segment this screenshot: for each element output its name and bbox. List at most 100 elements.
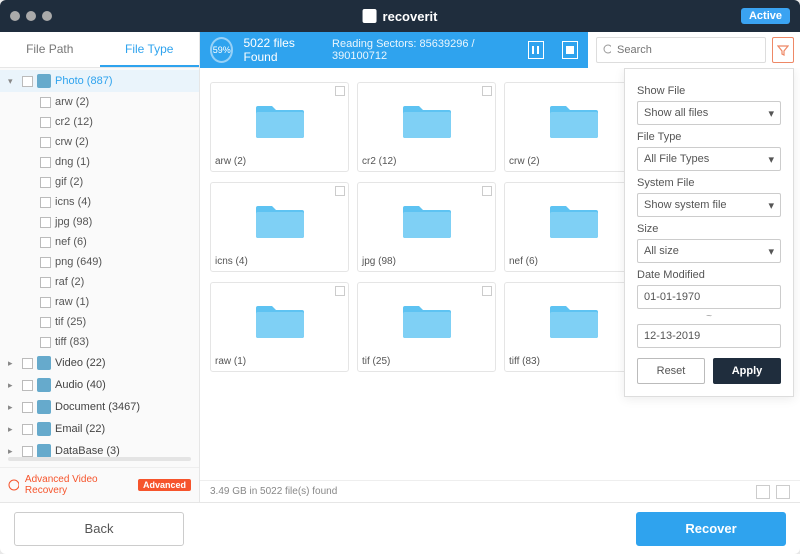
system-file-select[interactable]: Show system file▾ [637, 193, 781, 217]
sidebar-cat-document[interactable]: ▸Document (3467) [0, 396, 199, 418]
chevron-icon: ▸ [8, 446, 18, 457]
date-from-input[interactable]: 01-01-1970 [637, 285, 781, 309]
folder-card-tiff[interactable]: tiff (83) [504, 282, 643, 372]
filter-icon [777, 44, 789, 56]
checkbox[interactable] [22, 380, 33, 391]
brand-icon [363, 9, 377, 23]
file-type-select[interactable]: All File Types▾ [637, 147, 781, 171]
checkbox[interactable] [22, 402, 33, 413]
checkbox[interactable] [482, 286, 492, 296]
folder-icon [362, 187, 491, 253]
folder-card-crw[interactable]: crw (2) [504, 82, 643, 172]
back-button[interactable]: Back [14, 512, 184, 546]
folder-card-raw[interactable]: raw (1) [210, 282, 349, 372]
search-input[interactable] [617, 44, 759, 56]
checkbox[interactable] [40, 277, 51, 288]
system-file-label: System File [637, 177, 781, 189]
checkbox[interactable] [40, 297, 51, 308]
sidebar-item-gif[interactable]: gif (2) [0, 172, 199, 192]
size-select[interactable]: All size▾ [637, 239, 781, 263]
category-tree[interactable]: ▾Photo (887)arw (2)cr2 (12)crw (2)dng (1… [0, 68, 199, 457]
folder-card-arw[interactable]: arw (2) [210, 82, 349, 172]
folder-card-cr2[interactable]: cr2 (12) [357, 82, 496, 172]
checkbox[interactable] [22, 76, 33, 87]
sidebar-cat-database[interactable]: ▸DataBase (3) [0, 440, 199, 457]
advanced-video-recovery[interactable]: Advanced Video Recovery Advanced [0, 467, 199, 502]
checkbox[interactable] [40, 117, 51, 128]
checkbox[interactable] [335, 286, 345, 296]
chevron-icon: ▸ [8, 424, 18, 435]
sidebar-item-raf[interactable]: raf (2) [0, 272, 199, 292]
checkbox[interactable] [40, 137, 51, 148]
recover-button[interactable]: Recover [636, 512, 786, 546]
filter-button[interactable] [772, 37, 794, 63]
sidebar-item-arw[interactable]: arw (2) [0, 92, 199, 112]
folder-card-nef[interactable]: nef (6) [504, 182, 643, 272]
sidebar-item-png[interactable]: png (649) [0, 252, 199, 272]
checkbox[interactable] [40, 317, 51, 328]
checkbox[interactable] [335, 86, 345, 96]
search-box[interactable] [596, 37, 766, 63]
date-to-input[interactable]: 12-13-2019 [637, 324, 781, 348]
apply-button[interactable]: Apply [713, 358, 781, 384]
stop-button[interactable] [562, 41, 578, 59]
sidebar-item-raw[interactable]: raw (1) [0, 292, 199, 312]
chevron-icon: ▸ [8, 380, 18, 391]
checkbox[interactable] [40, 197, 51, 208]
checkbox[interactable] [482, 86, 492, 96]
sidebar-scrollbar[interactable] [8, 457, 191, 461]
checkbox[interactable] [40, 217, 51, 228]
folder-icon [362, 87, 491, 153]
view-grid-button[interactable] [756, 485, 770, 499]
view-list-button[interactable] [776, 485, 790, 499]
folder-icon [215, 287, 344, 353]
checkbox[interactable] [22, 358, 33, 369]
checkbox[interactable] [335, 186, 345, 196]
tab-file-path[interactable]: File Path [0, 32, 100, 67]
sidebar-tabs: File Path File Type [0, 32, 200, 68]
sidebar-cat-audio[interactable]: ▸Audio (40) [0, 374, 199, 396]
folder-card-tif[interactable]: tif (25) [357, 282, 496, 372]
folder-card-icns[interactable]: icns (4) [210, 182, 349, 272]
chevron-down-icon: ▾ [768, 245, 774, 258]
sidebar-item-tiff[interactable]: tiff (83) [0, 332, 199, 352]
checkbox[interactable] [22, 446, 33, 457]
sidebar: ▾Photo (887)arw (2)cr2 (12)crw (2)dng (1… [0, 68, 200, 502]
sidebar-cat-photo[interactable]: ▾Photo (887) [0, 70, 199, 92]
checkbox[interactable] [40, 257, 51, 268]
reset-button[interactable]: Reset [637, 358, 705, 384]
chevron-down-icon: ▾ [768, 107, 774, 120]
show-file-select[interactable]: Show all files▾ [637, 101, 781, 125]
active-badge[interactable]: Active [741, 8, 790, 24]
close-dot[interactable] [10, 11, 20, 21]
pause-button[interactable] [528, 41, 544, 59]
sidebar-item-cr2[interactable]: cr2 (12) [0, 112, 199, 132]
checkbox[interactable] [40, 237, 51, 248]
sidebar-item-crw[interactable]: crw (2) [0, 132, 199, 152]
sidebar-cat-video[interactable]: ▸Video (22) [0, 352, 199, 374]
minimize-dot[interactable] [26, 11, 36, 21]
checkbox[interactable] [40, 337, 51, 348]
advanced-badge: Advanced [138, 479, 191, 491]
brand: recoverit [363, 9, 438, 24]
tab-file-type[interactable]: File Type [100, 32, 200, 67]
folder-caption: crw (2) [509, 153, 638, 167]
checkbox[interactable] [482, 186, 492, 196]
sidebar-item-tif[interactable]: tif (25) [0, 312, 199, 332]
sidebar-item-nef[interactable]: nef (6) [0, 232, 199, 252]
zoom-dot[interactable] [42, 11, 52, 21]
sidebar-item-dng[interactable]: dng (1) [0, 152, 199, 172]
checkbox[interactable] [40, 177, 51, 188]
checkbox[interactable] [40, 97, 51, 108]
sidebar-item-jpg[interactable]: jpg (98) [0, 212, 199, 232]
checkbox[interactable] [22, 424, 33, 435]
checkbox[interactable] [40, 157, 51, 168]
sidebar-item-icns[interactable]: icns (4) [0, 192, 199, 212]
window-controls[interactable] [10, 11, 52, 21]
folder-card-jpg[interactable]: jpg (98) [357, 182, 496, 272]
folder-caption: jpg (98) [362, 253, 491, 267]
category-icon [37, 74, 51, 88]
folder-icon [215, 187, 344, 253]
sidebar-cat-email[interactable]: ▸Email (22) [0, 418, 199, 440]
status-bar: 3.49 GB in 5022 file(s) found [200, 480, 800, 502]
